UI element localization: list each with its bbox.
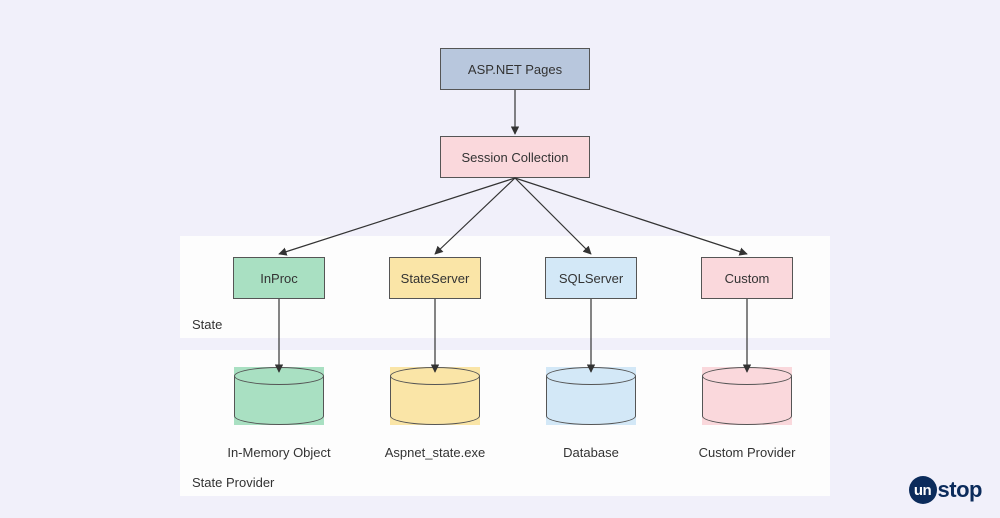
logo-prefix: un bbox=[914, 482, 931, 499]
inproc-label: InProc bbox=[260, 271, 298, 286]
database-label: Database bbox=[516, 445, 666, 460]
sqlserver-box: SQLServer bbox=[545, 257, 637, 299]
stateserver-box: StateServer bbox=[389, 257, 481, 299]
inmemory-label: In-Memory Object bbox=[204, 445, 354, 460]
aspnet-pages-label: ASP.NET Pages bbox=[468, 62, 562, 77]
sqlserver-label: SQLServer bbox=[559, 271, 623, 286]
customprovider-label: Custom Provider bbox=[672, 445, 822, 460]
session-state-diagram: State State Provider ASP.NET Pages Sessi… bbox=[0, 0, 1000, 518]
unstop-logo: un stop bbox=[909, 476, 982, 504]
logo-circle: un bbox=[909, 476, 937, 504]
aspnetstate-label: Aspnet_state.exe bbox=[360, 445, 510, 460]
aspnetstate-cylinder bbox=[390, 367, 480, 425]
custom-label: Custom bbox=[725, 271, 770, 286]
state-panel-label: State bbox=[192, 317, 222, 332]
customprovider-cylinder bbox=[702, 367, 792, 425]
database-cylinder bbox=[546, 367, 636, 425]
custom-box: Custom bbox=[701, 257, 793, 299]
inmemory-cylinder bbox=[234, 367, 324, 425]
provider-panel-label: State Provider bbox=[192, 475, 274, 490]
logo-suffix: stop bbox=[938, 477, 982, 503]
session-collection-label: Session Collection bbox=[462, 150, 569, 165]
stateserver-label: StateServer bbox=[401, 271, 470, 286]
inproc-box: InProc bbox=[233, 257, 325, 299]
session-collection-box: Session Collection bbox=[440, 136, 590, 178]
aspnet-pages-box: ASP.NET Pages bbox=[440, 48, 590, 90]
